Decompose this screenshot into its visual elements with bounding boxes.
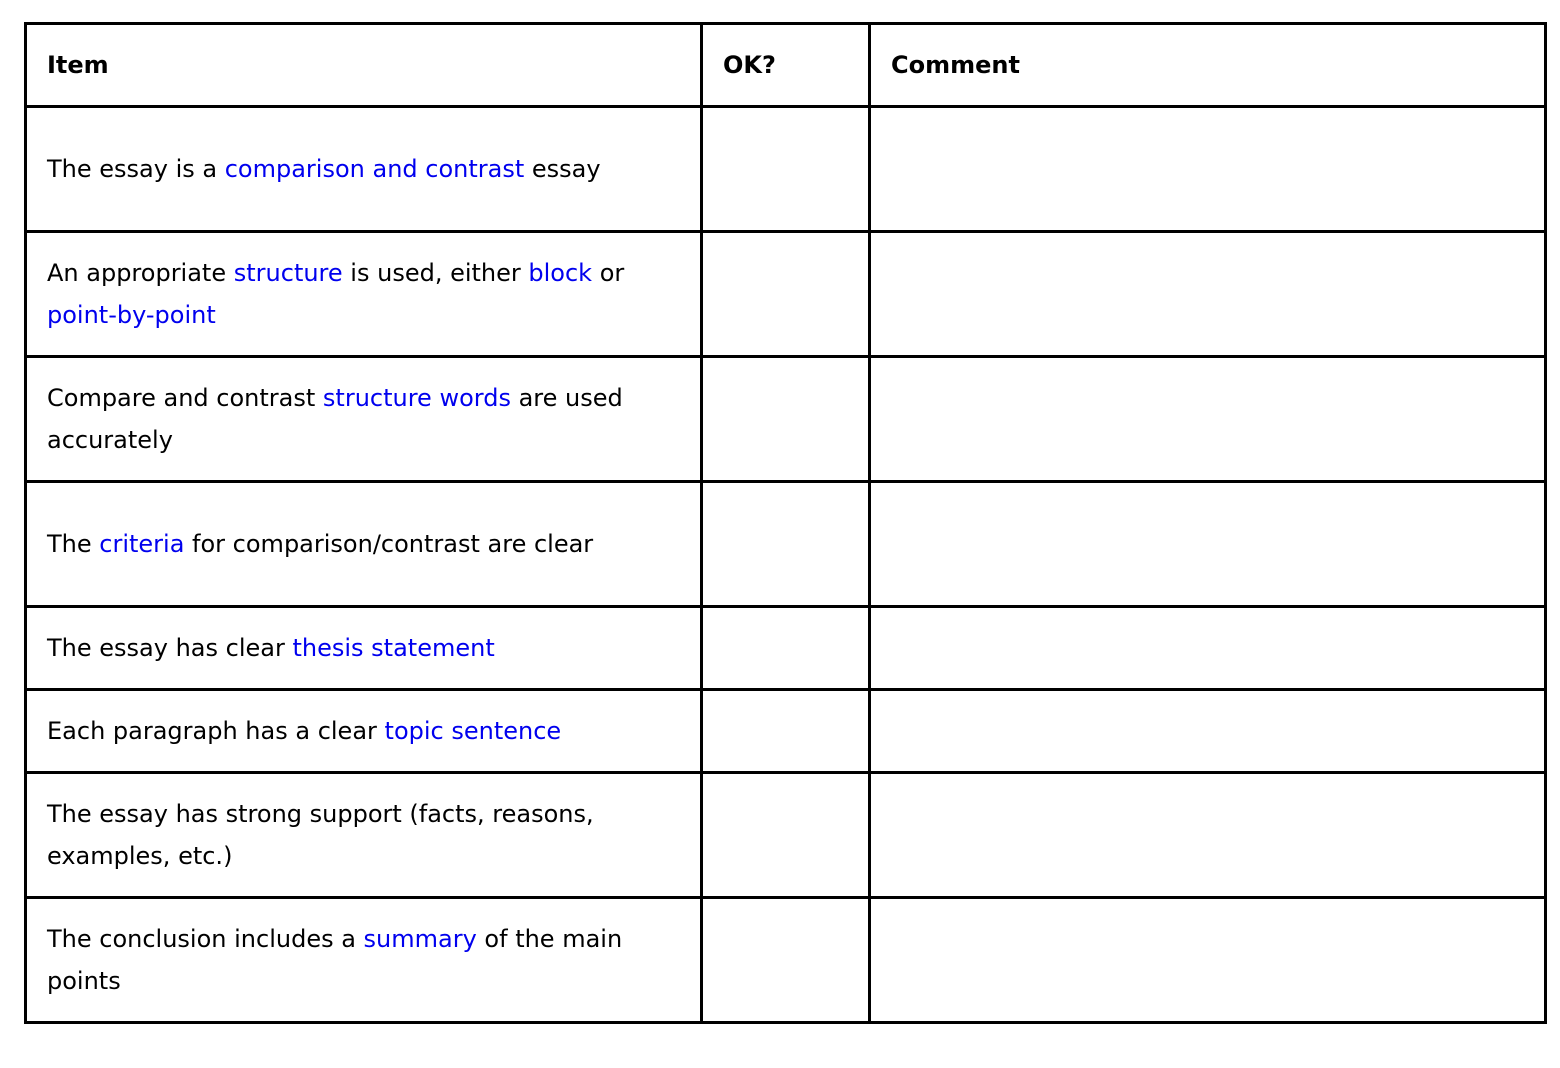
- item-cell: The essay has strong support (facts, rea…: [24, 771, 703, 899]
- ok-cell[interactable]: [700, 896, 871, 1024]
- comment-cell[interactable]: [868, 896, 1547, 1024]
- checklist-table: Item OK? Comment The essay is a comparis…: [24, 22, 1547, 1024]
- item-cell: The essay has clear thesis statement: [24, 605, 703, 691]
- comment-cell[interactable]: [868, 105, 1547, 233]
- item-text: The essay has clear: [47, 634, 293, 662]
- item-text: essay: [524, 155, 601, 183]
- item-text: is used, either: [342, 259, 529, 287]
- item-cell: The conclusion includes a summary of the…: [24, 896, 703, 1024]
- glossary-link[interactable]: topic sentence: [385, 717, 562, 745]
- item-text: The essay is a: [47, 155, 225, 183]
- table-row: The essay has strong support (facts, rea…: [24, 771, 1547, 899]
- comment-cell[interactable]: [868, 688, 1547, 774]
- table-row: Each paragraph has a clear topic sentenc…: [24, 688, 1547, 774]
- item-text: The: [47, 530, 100, 558]
- table-row: The conclusion includes a summary of the…: [24, 896, 1547, 1024]
- glossary-link[interactable]: thesis statement: [292, 634, 494, 662]
- item-cell: The essay is a comparison and contrast e…: [24, 105, 703, 233]
- ok-cell[interactable]: [700, 355, 871, 483]
- glossary-link[interactable]: structure: [234, 259, 343, 287]
- item-text: An appropriate: [47, 259, 234, 287]
- item-text: Compare and contrast: [47, 384, 323, 412]
- header-ok: OK?: [700, 22, 871, 108]
- comment-cell[interactable]: [868, 771, 1547, 899]
- glossary-link[interactable]: criteria: [99, 530, 184, 558]
- ok-cell[interactable]: [700, 688, 871, 774]
- table-row: The criteria for comparison/contrast are…: [24, 480, 1547, 608]
- item-text: Each paragraph has a clear: [47, 717, 385, 745]
- ok-cell[interactable]: [700, 480, 871, 608]
- item-cell: Each paragraph has a clear topic sentenc…: [24, 688, 703, 774]
- header-row: Item OK? Comment: [24, 22, 1547, 108]
- glossary-link[interactable]: summary: [364, 925, 477, 953]
- table-row: An appropriate structure is used, either…: [24, 230, 1547, 358]
- comment-cell[interactable]: [868, 355, 1547, 483]
- item-text: The conclusion includes a: [47, 925, 364, 953]
- item-cell: An appropriate structure is used, either…: [24, 230, 703, 358]
- ok-cell[interactable]: [700, 230, 871, 358]
- table-row: The essay is a comparison and contrast e…: [24, 105, 1547, 233]
- glossary-link[interactable]: point-by-point: [47, 301, 216, 329]
- comment-cell[interactable]: [868, 230, 1547, 358]
- comment-cell[interactable]: [868, 605, 1547, 691]
- item-cell: Compare and contrast structure words are…: [24, 355, 703, 483]
- item-text: The essay has strong support (facts, rea…: [47, 800, 594, 870]
- ok-cell[interactable]: [700, 771, 871, 899]
- comment-cell[interactable]: [868, 480, 1547, 608]
- header-comment: Comment: [868, 22, 1547, 108]
- item-text: for comparison/contrast are clear: [184, 530, 594, 558]
- item-text: or: [592, 259, 625, 287]
- table-row: Compare and contrast structure words are…: [24, 355, 1547, 483]
- table-row: The essay has clear thesis statement: [24, 605, 1547, 691]
- glossary-link[interactable]: structure words: [323, 384, 511, 412]
- header-item: Item: [24, 22, 703, 108]
- ok-cell[interactable]: [700, 605, 871, 691]
- glossary-link[interactable]: block: [528, 259, 592, 287]
- item-cell: The criteria for comparison/contrast are…: [24, 480, 703, 608]
- ok-cell[interactable]: [700, 105, 871, 233]
- glossary-link[interactable]: comparison and contrast: [225, 155, 525, 183]
